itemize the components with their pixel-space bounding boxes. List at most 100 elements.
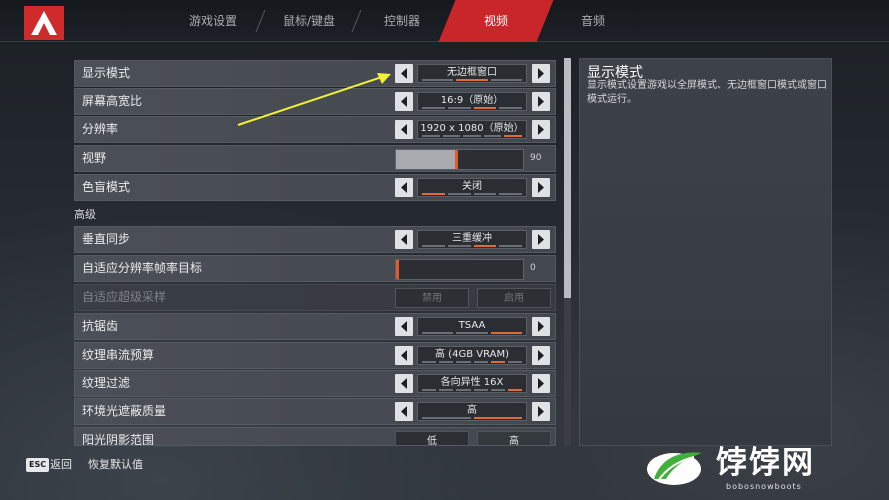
option-ticks xyxy=(422,361,523,363)
tab-label: 鼠标/键盘 xyxy=(282,14,336,28)
setting-value: 1920 x 1080（原始） xyxy=(420,123,524,134)
chevron-right-icon xyxy=(538,406,544,417)
setting-label: 自适应分辨率帧率目标 xyxy=(82,261,203,275)
setting-value: 16:9（原始） xyxy=(440,95,504,106)
setting-row-vsync[interactable]: 垂直同步 三重缓冲 xyxy=(74,226,556,253)
option-ticks xyxy=(422,193,522,195)
tab-mouse-keyboard[interactable]: 鼠标/键盘 xyxy=(261,0,357,42)
setting-row-fov[interactable]: 视野 90 xyxy=(74,145,556,172)
setting-row-sun-shadow-coverage[interactable]: 阳光阴影范围 低 高 xyxy=(74,427,556,446)
tab-label: 视频 xyxy=(483,14,508,28)
watermark-subtext: bobosnowboots xyxy=(726,482,802,491)
setting-row-display-mode[interactable]: 显示模式 无边框窗口 xyxy=(74,60,556,87)
next-arrow-button[interactable] xyxy=(532,317,550,336)
chevron-left-icon xyxy=(401,96,407,107)
setting-value-box: 各向异性 16X xyxy=(417,374,527,393)
prev-arrow-button[interactable] xyxy=(395,92,413,111)
enable-option-button: 启用 xyxy=(477,288,551,308)
chevron-left-icon xyxy=(401,124,407,135)
next-arrow-button[interactable] xyxy=(532,374,550,393)
tab-label: 控制器 xyxy=(383,14,420,28)
prev-arrow-button[interactable] xyxy=(395,230,413,249)
tab-game-settings[interactable]: 游戏设置 xyxy=(165,0,261,42)
option-ticks xyxy=(422,135,522,137)
chevron-left-icon xyxy=(401,182,407,193)
prev-arrow-button[interactable] xyxy=(395,64,413,83)
next-arrow-button[interactable] xyxy=(532,92,550,111)
setting-label: 色盲模式 xyxy=(82,180,131,194)
settings-scrollbar-thumb[interactable] xyxy=(564,58,571,298)
setting-row-resolution[interactable]: 分辨率 1920 x 1080（原始） xyxy=(74,116,556,143)
setting-label: 抗锯齿 xyxy=(82,319,119,333)
next-arrow-button[interactable] xyxy=(532,402,550,421)
setting-value: TSAA xyxy=(458,320,486,331)
chevron-left-icon xyxy=(401,234,407,245)
next-arrow-button[interactable] xyxy=(532,64,550,83)
chevron-right-icon xyxy=(538,321,544,332)
setting-label: 分辨率 xyxy=(82,122,119,136)
setting-value: 高 xyxy=(467,405,477,416)
low-option-button[interactable]: 低 xyxy=(395,431,469,445)
prev-arrow-button[interactable] xyxy=(395,317,413,336)
prev-arrow-button[interactable] xyxy=(395,120,413,139)
setting-row-antialiasing[interactable]: 抗锯齿 TSAA xyxy=(74,313,556,340)
setting-row-adaptive-res-target[interactable]: 自适应分辨率帧率目标 0 xyxy=(74,255,556,282)
high-option-button[interactable]: 高 xyxy=(477,431,551,445)
slider-value: 90 xyxy=(530,153,542,163)
chevron-left-icon xyxy=(401,378,407,389)
setting-label: 纹理过滤 xyxy=(82,376,131,390)
setting-row-aspect-ratio[interactable]: 屏幕高宽比 16:9（原始） xyxy=(74,88,556,115)
adaptive-res-slider[interactable] xyxy=(395,259,524,280)
prev-arrow-button[interactable] xyxy=(395,346,413,365)
fov-slider[interactable] xyxy=(395,149,524,170)
setting-row-ambient-occlusion[interactable]: 环境光遮蔽质量 高 xyxy=(74,398,556,425)
prev-arrow-button[interactable] xyxy=(395,178,413,197)
option-ticks xyxy=(422,107,522,109)
setting-label: 纹理串流预算 xyxy=(82,348,155,362)
setting-value-box: 16:9（原始） xyxy=(417,92,527,111)
back-button[interactable]: 返回 xyxy=(50,457,72,473)
disable-option-button: 禁用 xyxy=(395,288,469,308)
setting-value-box: 1920 x 1080（原始） xyxy=(417,120,527,139)
tab-video[interactable]: 视频 xyxy=(438,0,554,42)
chevron-right-icon xyxy=(538,96,544,107)
chevron-right-icon xyxy=(538,124,544,135)
chevron-right-icon xyxy=(538,182,544,193)
description-panel: 显示模式 显示模式设置游戏以全屏模式、无边框窗口模式或窗口模式运行。 xyxy=(579,58,832,446)
next-arrow-button[interactable] xyxy=(532,230,550,249)
next-arrow-button[interactable] xyxy=(532,120,550,139)
option-ticks xyxy=(422,389,523,391)
option-ticks xyxy=(422,417,522,419)
setting-value-box: 无边框窗口 xyxy=(417,64,527,83)
chevron-left-icon xyxy=(401,406,407,417)
tab-label: 游戏设置 xyxy=(188,14,237,28)
esc-key-badge: ESC xyxy=(26,458,50,472)
setting-row-texture-filtering[interactable]: 纹理过滤 各向异性 16X xyxy=(74,370,556,397)
slider-handle[interactable] xyxy=(455,150,458,169)
watermark-leaf-logo-icon xyxy=(647,452,702,485)
setting-value: 各向异性 16X xyxy=(440,377,504,388)
chevron-right-icon xyxy=(538,350,544,361)
reset-defaults-button[interactable]: 恢复默认值 xyxy=(88,457,143,473)
option-ticks xyxy=(422,245,522,247)
chevron-right-icon xyxy=(538,68,544,79)
option-ticks xyxy=(422,332,522,334)
setting-value-box: 高 (4GB VRAM) xyxy=(417,346,527,365)
setting-label: 显示模式 xyxy=(82,66,131,80)
setting-value-box: 关闭 xyxy=(417,178,527,197)
setting-row-texture-budget[interactable]: 纹理串流预算 高 (4GB VRAM) xyxy=(74,342,556,369)
setting-row-colorblind[interactable]: 色盲模式 关闭 xyxy=(74,174,556,201)
description-body: 显示模式设置游戏以全屏模式、无边框窗口模式或窗口模式运行。 xyxy=(587,80,827,105)
slider-handle[interactable] xyxy=(396,260,399,279)
tab-controller[interactable]: 控制器 xyxy=(357,0,447,42)
next-arrow-button[interactable] xyxy=(532,346,550,365)
setting-label: 垂直同步 xyxy=(82,232,131,246)
option-ticks xyxy=(422,79,522,81)
chevron-left-icon xyxy=(401,321,407,332)
next-arrow-button[interactable] xyxy=(532,178,550,197)
setting-value: 高 (4GB VRAM) xyxy=(435,349,509,360)
setting-value-box: 高 xyxy=(417,402,527,421)
tab-audio[interactable]: 音频 xyxy=(545,0,641,42)
prev-arrow-button[interactable] xyxy=(395,402,413,421)
prev-arrow-button[interactable] xyxy=(395,374,413,393)
